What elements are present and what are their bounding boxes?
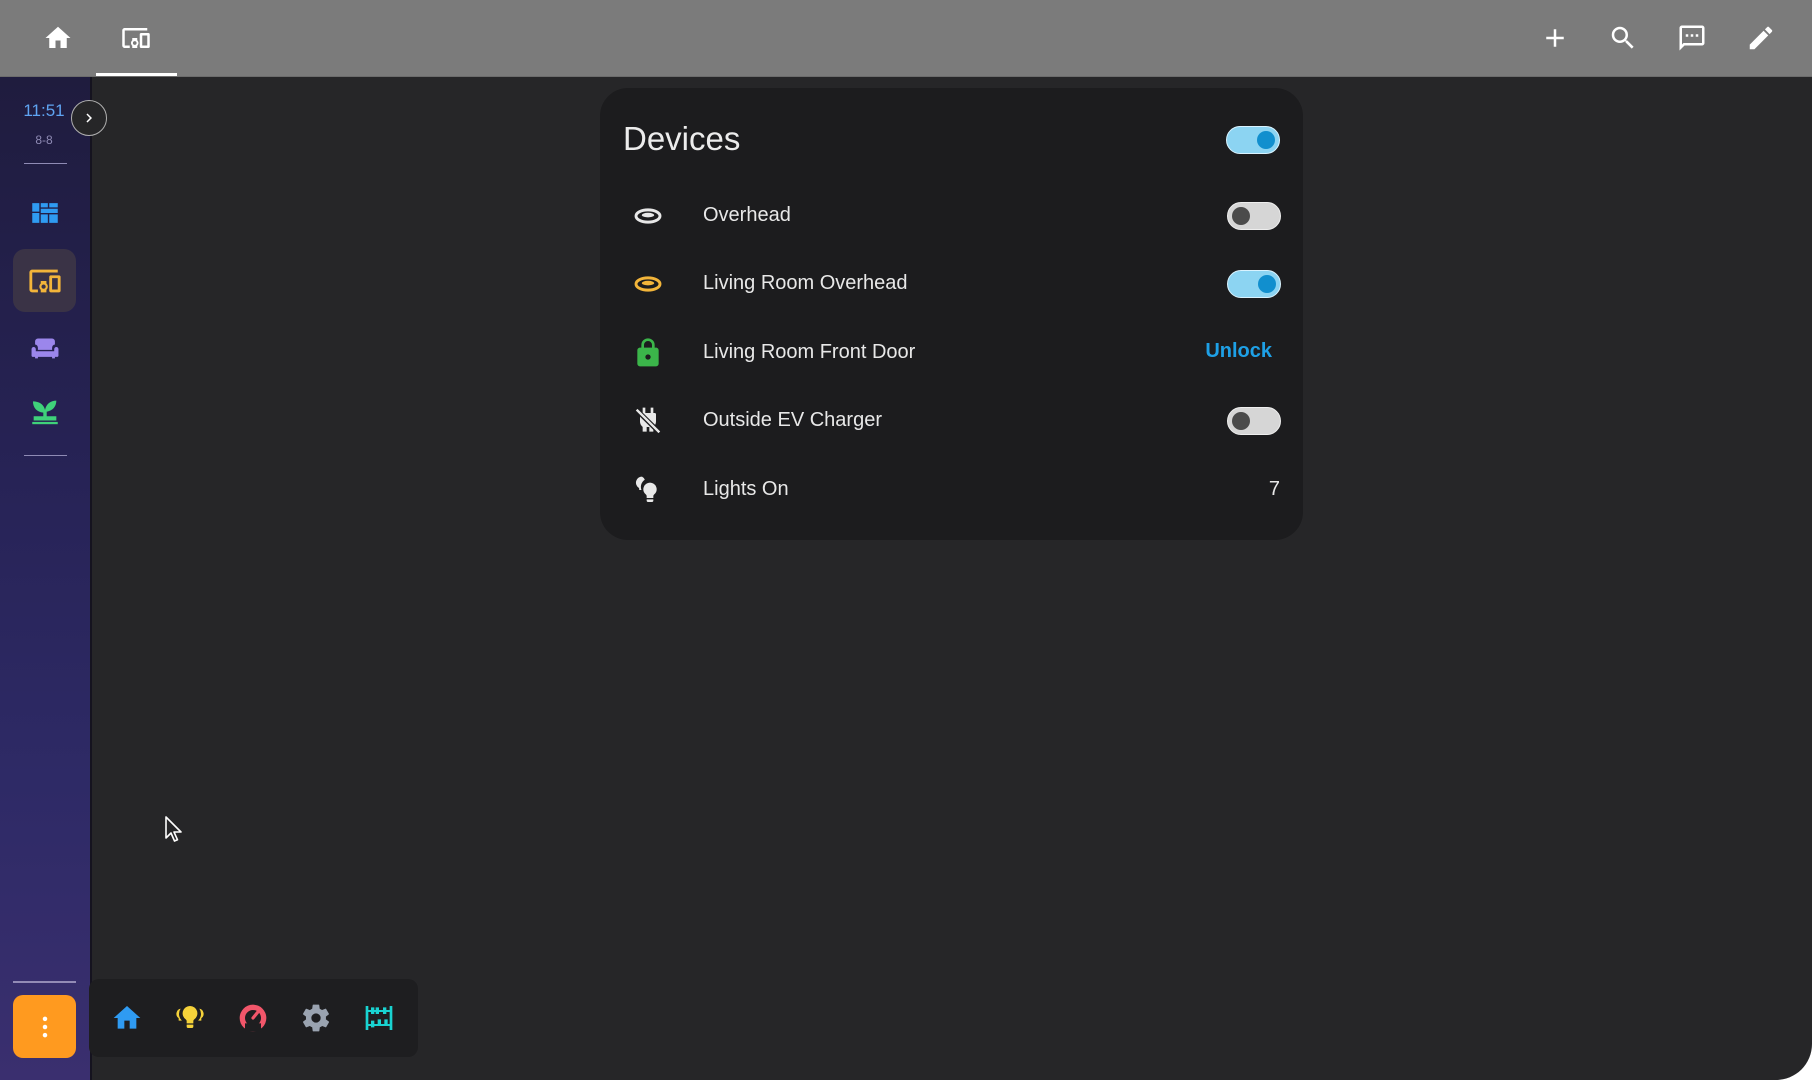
search-button[interactable]: [1605, 20, 1641, 56]
sidebar-expand-button[interactable]: [71, 100, 107, 136]
row-label: Outside EV Charger: [703, 409, 882, 431]
lightbulb-group-icon: [635, 476, 657, 502]
entity-row-front-door[interactable]: Living Room Front Door Unlock: [600, 319, 1303, 387]
sidebar-item-devices[interactable]: [13, 249, 76, 312]
app-screen: 11:51 8-8 Devices Overhead Living Room O…: [0, 0, 1812, 1080]
power-plug-off-icon: [634, 407, 662, 435]
ceiling-light-icon: [634, 208, 662, 224]
sidebar-divider-bottom: [24, 455, 67, 456]
dock-item-devtools[interactable]: [357, 996, 401, 1040]
toggle-knob: [1232, 207, 1250, 225]
dots-vertical-icon: [42, 1016, 47, 1037]
row-label: Lights On: [703, 478, 789, 500]
sidebar-date: 8-8: [35, 133, 53, 147]
home-icon: [45, 26, 71, 48]
search-icon: [1611, 26, 1634, 49]
row-icon: [630, 403, 666, 439]
entity-row-living-room-overhead[interactable]: Living Room Overhead: [600, 250, 1303, 318]
toggle-knob: [1258, 275, 1276, 293]
active-tab-indicator: [96, 73, 177, 76]
ev-charger-toggle[interactable]: [1227, 407, 1281, 435]
dock-item-home[interactable]: [105, 996, 149, 1040]
ceiling-light-icon: [634, 276, 662, 292]
chevron-right-icon: [86, 113, 92, 123]
row-label: Overhead: [703, 204, 791, 226]
devices-icon: [28, 269, 61, 292]
entity-row-ev-charger[interactable]: Outside EV Charger: [600, 387, 1303, 455]
overhead-toggle[interactable]: [1227, 202, 1281, 230]
sidebar-footer-divider: [13, 981, 76, 983]
top-app-bar: [0, 0, 1812, 77]
home-icon: [113, 1006, 141, 1029]
sidebar-item-rooms[interactable]: [13, 315, 76, 378]
row-icon: [630, 472, 666, 508]
sprout-icon: [31, 400, 58, 424]
edit-button[interactable]: [1743, 20, 1779, 56]
lock-icon: [637, 338, 659, 367]
bottom-dock: [89, 979, 418, 1057]
entity-row-lights-on[interactable]: Lights On 7: [600, 456, 1303, 524]
dock-item-lights[interactable]: [168, 996, 212, 1040]
dock-item-settings[interactable]: [294, 996, 338, 1040]
devices-card: Devices Overhead Living Room Overhead Li…: [600, 88, 1303, 540]
living-room-overhead-toggle[interactable]: [1227, 270, 1281, 298]
toggle-knob: [1257, 131, 1275, 149]
lights-on-count: 7: [1268, 478, 1280, 500]
gauge-icon: [239, 1004, 267, 1032]
row-icon: [630, 198, 666, 234]
sidebar-item-garden[interactable]: [13, 380, 76, 443]
lightbulb-group-icon: [176, 1005, 204, 1028]
devices-icon: [122, 28, 150, 48]
master-toggle[interactable]: [1226, 126, 1280, 154]
tab-devices[interactable]: [118, 20, 154, 56]
toggle-knob: [1232, 412, 1250, 430]
mouse-cursor-icon: [165, 816, 182, 842]
overflow-menu-button[interactable]: [13, 995, 76, 1058]
sofa-icon: [31, 338, 58, 358]
add-button[interactable]: [1537, 20, 1573, 56]
row-icon: [630, 335, 666, 371]
row-icon: [630, 266, 666, 302]
dock-item-energy[interactable]: [231, 996, 275, 1040]
chat-icon: [1679, 25, 1705, 51]
tab-home[interactable]: [40, 20, 76, 56]
unlock-button[interactable]: Unlock: [1205, 340, 1272, 363]
sidebar-divider-top: [24, 163, 67, 164]
abacus-icon: [365, 1006, 393, 1030]
row-label: Living Room Front Door: [703, 341, 916, 363]
entity-row-overhead[interactable]: Overhead: [600, 182, 1303, 250]
card-title: Devices: [623, 120, 741, 157]
row-label: Living Room Overhead: [703, 272, 908, 294]
pencil-icon: [1749, 26, 1773, 50]
gear-icon: [302, 1004, 330, 1032]
plus-icon: [1546, 29, 1564, 47]
assist-button[interactable]: [1674, 20, 1710, 56]
sidebar-item-dashboard[interactable]: [13, 181, 76, 244]
sidebar: 11:51 8-8: [0, 77, 92, 1080]
dashboard-icon: [31, 202, 58, 223]
